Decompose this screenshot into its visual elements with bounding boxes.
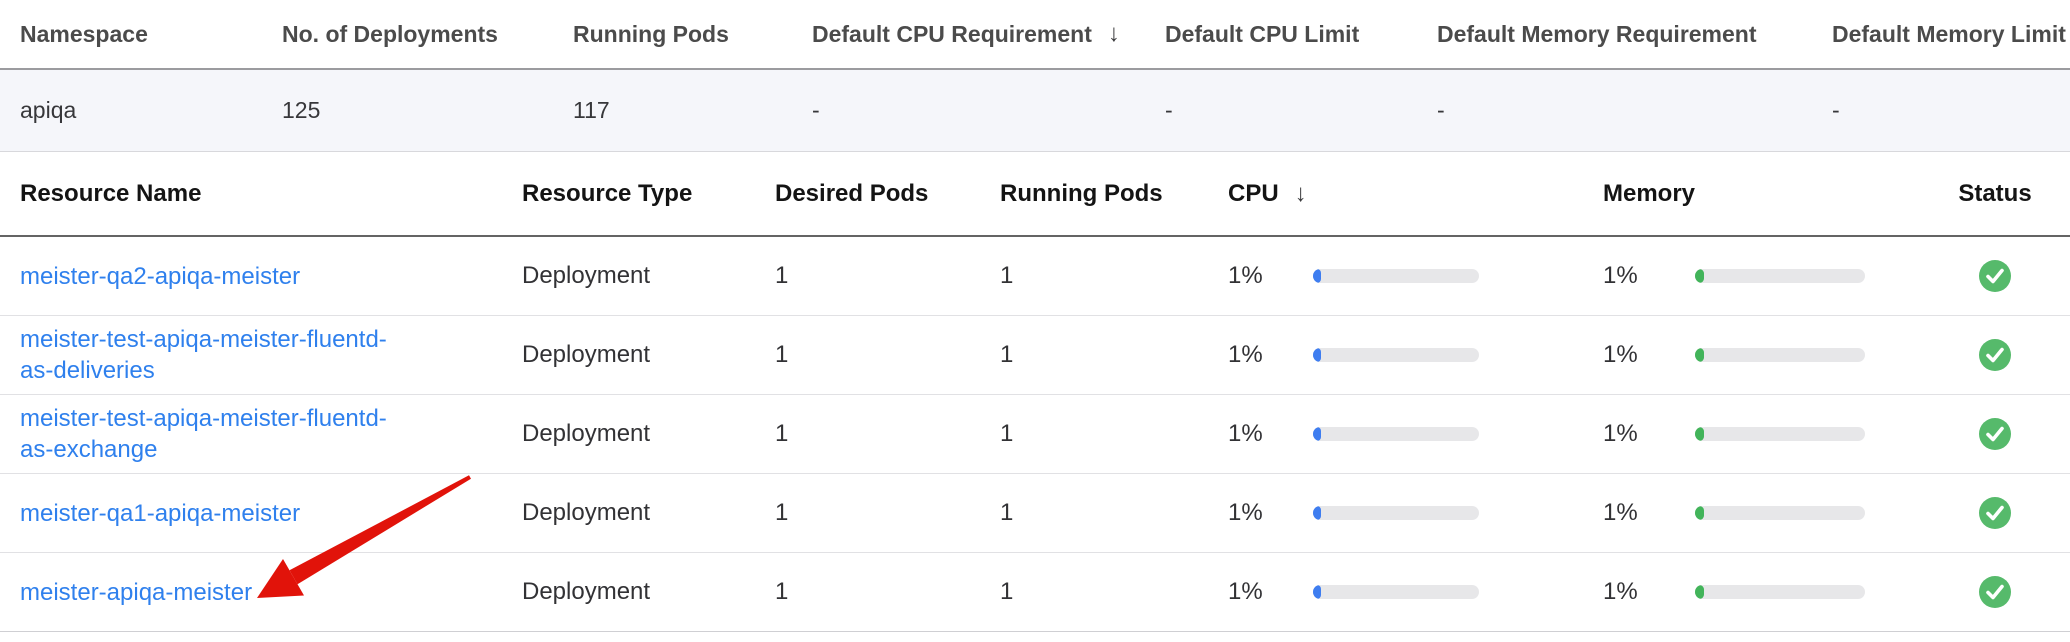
memory-usage-bar	[1695, 506, 1865, 520]
col-header-resource-type[interactable]: Resource Type	[502, 152, 755, 235]
cpu-usage-bar	[1313, 348, 1479, 362]
col-header-memory-limit[interactable]: Default Memory Limit	[1812, 0, 2070, 68]
memory-percent-label: 1%	[1603, 262, 1695, 290]
memory-usage-fill	[1695, 427, 1704, 441]
resource-type: Deployment	[502, 474, 755, 552]
memory-usage-fill	[1695, 506, 1704, 520]
resource-type: Deployment	[502, 553, 755, 631]
memory-percent-label: 1%	[1603, 499, 1695, 527]
running-pods-value: 1	[980, 474, 1208, 552]
namespace-table-header: Namespace No. of Deployments Running Pod…	[0, 0, 2070, 70]
status-healthy-icon	[1979, 339, 2011, 371]
namespace-running-pods-count: 117	[553, 70, 792, 151]
resource-table: Resource Name Resource Type Desired Pods…	[0, 152, 2070, 632]
table-row-meister-qa1: meister-qa1-apiqa-meister Deployment 1 1…	[0, 474, 2070, 553]
desired-pods-value: 1	[755, 237, 980, 315]
namespace-cpu-requirement-value: -	[792, 70, 1145, 151]
namespace-table: Namespace No. of Deployments Running Pod…	[0, 0, 2070, 152]
sort-descending-icon[interactable]: ↓	[1295, 180, 1307, 208]
cpu-usage-fill	[1313, 506, 1321, 520]
cpu-percent-label: 1%	[1228, 262, 1313, 290]
status-healthy-icon	[1979, 260, 2011, 292]
memory-usage-bar	[1695, 348, 1865, 362]
cpu-percent-label: 1%	[1228, 578, 1313, 606]
table-row-fluentd-as-exchange: meister-test-apiqa-meister-fluentd-as-ex…	[0, 395, 2070, 474]
running-pods-value: 1	[980, 395, 1208, 473]
cpu-usage-bar	[1313, 427, 1479, 441]
cpu-percent-label: 1%	[1228, 420, 1313, 448]
col-header-status[interactable]: Status	[1920, 152, 2070, 235]
col-header-memory-requirement[interactable]: Default Memory Requirement	[1417, 0, 1812, 68]
table-row-meister-qa2: meister-qa2-apiqa-meister Deployment 1 1…	[0, 237, 2070, 316]
running-pods-value: 1	[980, 316, 1208, 394]
col-header-namespace[interactable]: Namespace	[0, 0, 262, 68]
resource-link[interactable]: meister-qa2-apiqa-meister	[20, 261, 300, 292]
memory-usage-bar	[1695, 269, 1865, 283]
memory-percent-label: 1%	[1603, 578, 1695, 606]
memory-usage-fill	[1695, 585, 1704, 599]
table-row-fluentd-as-deliveries: meister-test-apiqa-meister-fluentd-as-de…	[0, 316, 2070, 395]
namespace-name: apiqa	[0, 70, 262, 151]
memory-usage-bar	[1695, 427, 1865, 441]
col-header-desired-pods[interactable]: Desired Pods	[755, 152, 980, 235]
namespace-memory-requirement-value: -	[1417, 70, 1812, 151]
resource-link[interactable]: meister-test-apiqa-meister-fluentd-as-ex…	[20, 403, 410, 465]
namespace-deployments-count: 125	[262, 70, 553, 151]
namespace-row-apiqa[interactable]: apiqa 125 117 - - - -	[0, 70, 2070, 152]
memory-percent-label: 1%	[1603, 420, 1695, 448]
namespace-cpu-limit-value: -	[1145, 70, 1417, 151]
col-header-cpu-requirement-label: Default CPU Requirement	[812, 21, 1092, 48]
running-pods-value: 1	[980, 237, 1208, 315]
status-healthy-icon	[1979, 497, 2011, 529]
col-header-cpu-requirement[interactable]: Default CPU Requirement ↓	[792, 0, 1145, 68]
col-header-cpu-limit[interactable]: Default CPU Limit	[1145, 0, 1417, 68]
col-header-cpu[interactable]: CPU ↓	[1208, 152, 1583, 235]
memory-usage-fill	[1695, 269, 1704, 283]
col-header-running-pods[interactable]: Running Pods	[553, 0, 792, 68]
desired-pods-value: 1	[755, 316, 980, 394]
memory-usage-fill	[1695, 348, 1704, 362]
table-row-meister-apiqa-meister: meister-apiqa-meister Deployment 1 1 1% …	[0, 553, 2070, 632]
running-pods-value: 1	[980, 553, 1208, 631]
col-header-memory[interactable]: Memory	[1583, 152, 1920, 235]
cpu-usage-fill	[1313, 585, 1321, 599]
resource-table-body: meister-qa2-apiqa-meister Deployment 1 1…	[0, 237, 2070, 632]
resource-table-header: Resource Name Resource Type Desired Pods…	[0, 152, 2070, 237]
sort-descending-icon[interactable]: ↓	[1108, 20, 1120, 48]
namespace-dashboard: Namespace No. of Deployments Running Pod…	[0, 0, 2070, 642]
cpu-usage-bar	[1313, 506, 1479, 520]
desired-pods-value: 1	[755, 395, 980, 473]
resource-link[interactable]: meister-apiqa-meister	[20, 577, 252, 608]
desired-pods-value: 1	[755, 474, 980, 552]
resource-link[interactable]: meister-test-apiqa-meister-fluentd-as-de…	[20, 324, 410, 386]
cpu-usage-fill	[1313, 269, 1321, 283]
status-healthy-icon	[1979, 418, 2011, 450]
col-header-running-pods[interactable]: Running Pods	[980, 152, 1208, 235]
cpu-usage-bar	[1313, 269, 1479, 283]
resource-type: Deployment	[502, 316, 755, 394]
col-header-deployments[interactable]: No. of Deployments	[262, 0, 553, 68]
desired-pods-value: 1	[755, 553, 980, 631]
resource-link[interactable]: meister-qa1-apiqa-meister	[20, 498, 300, 529]
memory-usage-bar	[1695, 585, 1865, 599]
col-header-resource-name[interactable]: Resource Name	[0, 152, 502, 235]
cpu-percent-label: 1%	[1228, 499, 1313, 527]
resource-type: Deployment	[502, 395, 755, 473]
cpu-usage-bar	[1313, 585, 1479, 599]
cpu-usage-fill	[1313, 348, 1321, 362]
memory-percent-label: 1%	[1603, 341, 1695, 369]
cpu-percent-label: 1%	[1228, 341, 1313, 369]
cpu-usage-fill	[1313, 427, 1321, 441]
resource-type: Deployment	[502, 237, 755, 315]
status-healthy-icon	[1979, 576, 2011, 608]
namespace-memory-limit-value: -	[1812, 70, 2070, 151]
col-header-cpu-label: CPU	[1228, 180, 1279, 208]
